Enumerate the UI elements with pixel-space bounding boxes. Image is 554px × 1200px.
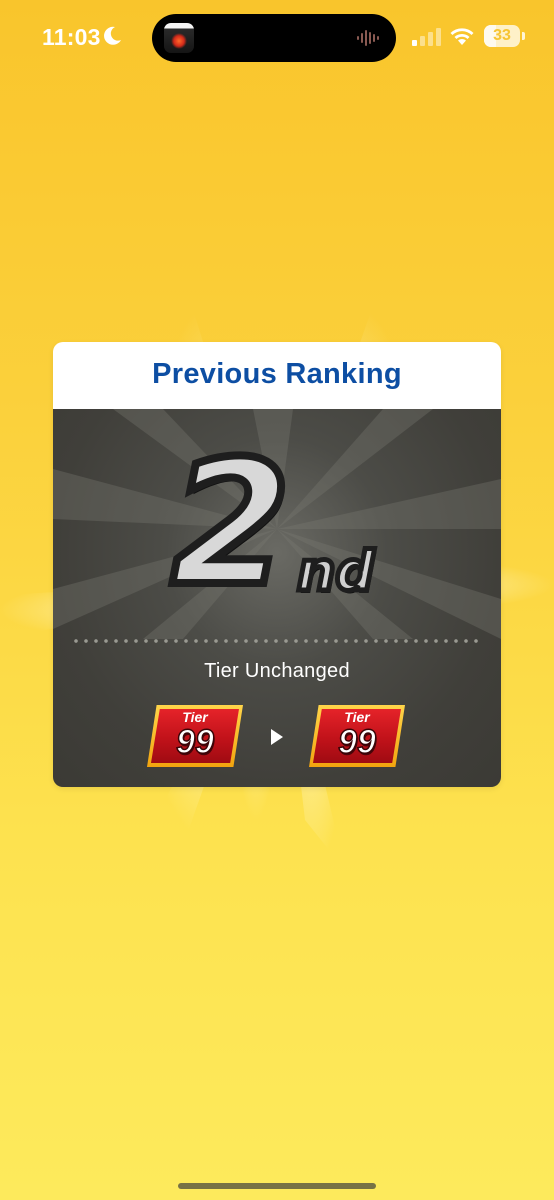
dotted-divider	[71, 639, 483, 643]
card-title: Previous Ranking	[152, 358, 402, 390]
home-indicator[interactable]	[178, 1183, 376, 1189]
tier-value: 99	[175, 722, 214, 762]
play-arrow-icon	[271, 729, 283, 745]
rank-suffix: nd	[295, 538, 377, 606]
rank-number: 2	[167, 423, 295, 624]
wifi-icon	[450, 28, 474, 45]
battery-cap	[522, 32, 525, 40]
status-time: 11:03	[42, 24, 101, 50]
waveform-icon	[357, 30, 379, 46]
tier-badge-previous: Tier 99	[147, 705, 243, 767]
card-header: Previous Ranking	[53, 342, 501, 409]
tier-status: Tier Unchanged	[204, 660, 350, 682]
dynamic-island[interactable]	[152, 14, 396, 62]
card-body: 2 nd Tier Unchanged Tier 99 Tier 99	[53, 409, 501, 787]
battery-percent: 33	[493, 27, 511, 44]
signal-icon	[412, 28, 441, 46]
battery-icon: 33	[484, 25, 520, 47]
moon-icon	[104, 26, 121, 45]
starburst-app-icon[interactable]	[164, 23, 194, 53]
ranking-card[interactable]: Previous Ranking 2 nd Tier Unchanged Tie…	[53, 342, 501, 787]
tier-value: 99	[337, 722, 376, 762]
status-bar: 11:03 33	[0, 0, 554, 76]
tier-badge-current: Tier 99	[309, 705, 405, 767]
